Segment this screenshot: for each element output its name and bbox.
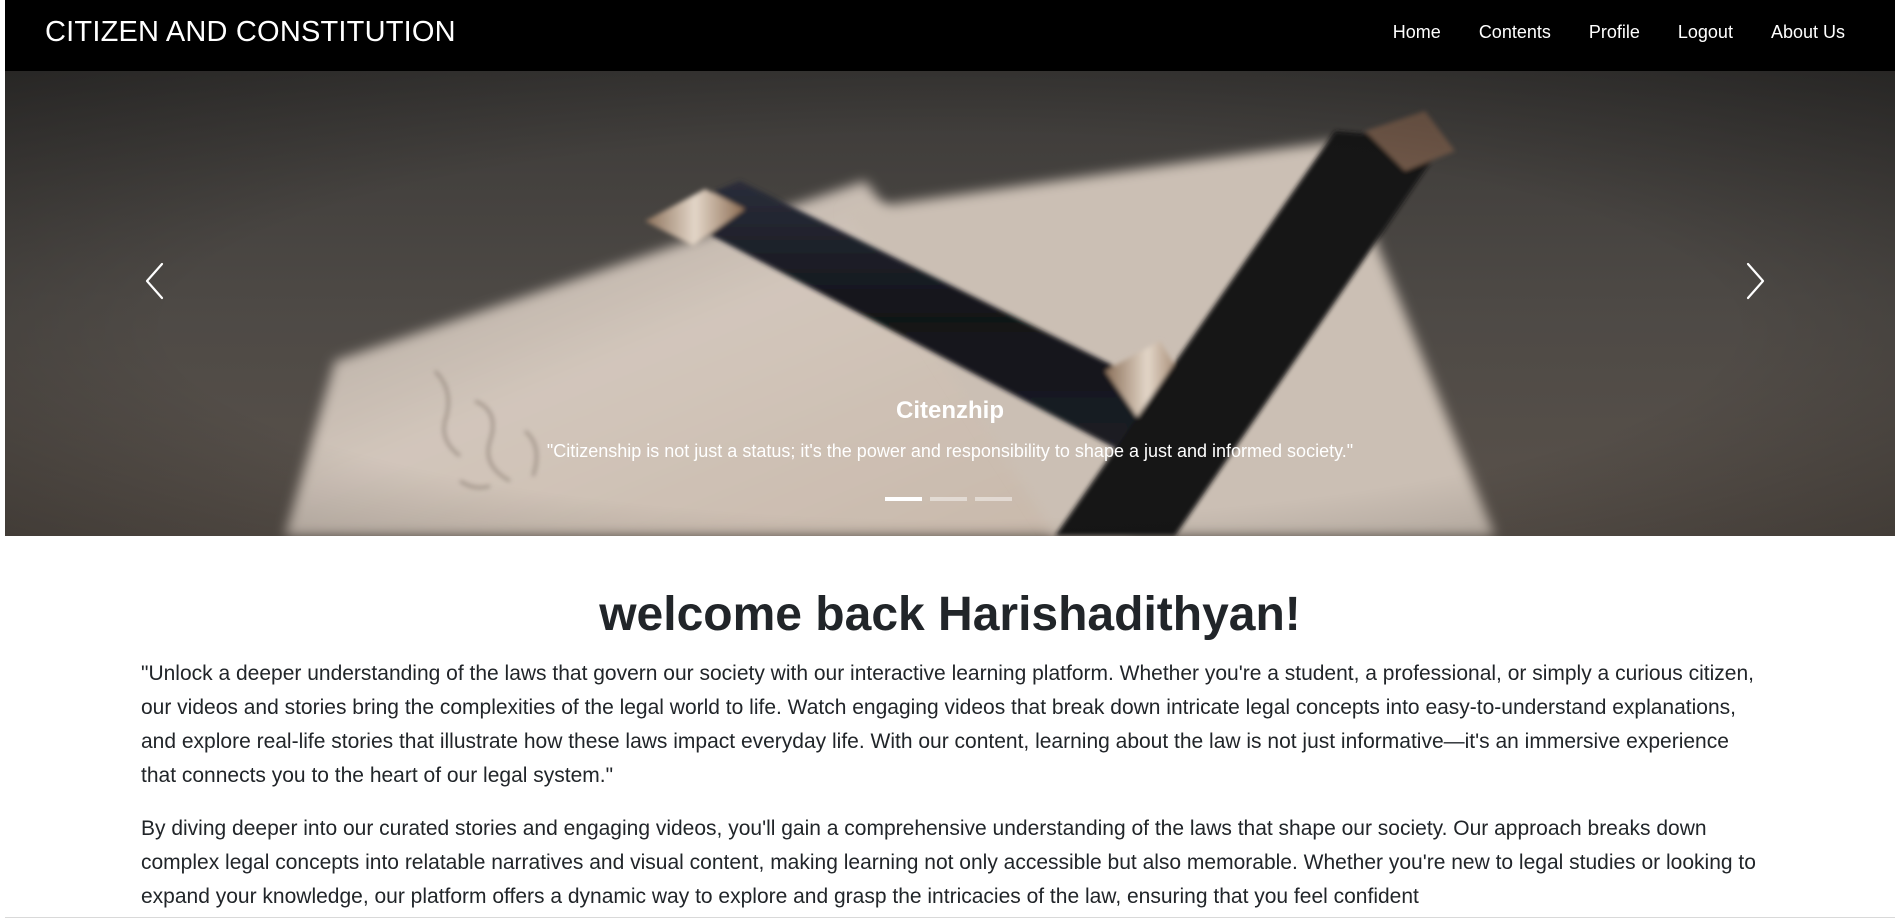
navbar: CITIZEN AND CONSTITUTION Home Contents P… — [5, 0, 1895, 71]
nav-logout-link[interactable]: Logout — [1678, 22, 1733, 43]
carousel-indicator-1[interactable] — [885, 497, 922, 501]
nav-about-us-link[interactable]: About Us — [1771, 22, 1845, 43]
brand-title[interactable]: CITIZEN AND CONSTITUTION — [45, 16, 456, 49]
nav-profile-link[interactable]: Profile — [1589, 22, 1640, 43]
chevron-right-icon — [1746, 262, 1765, 300]
intro-paragraph: "Unlock a deeper understanding of the la… — [141, 662, 1754, 787]
carousel-prev-button[interactable] — [115, 226, 195, 336]
carousel-next-button[interactable] — [1715, 226, 1795, 336]
nav-contents-link[interactable]: Contents — [1479, 22, 1551, 43]
carousel-caption-text: "Citizenship is not just a status; it's … — [546, 441, 1354, 461]
page-frame: CITIZEN AND CONSTITUTION Home Contents P… — [5, 0, 1895, 918]
carousel-indicator-3[interactable] — [975, 497, 1012, 501]
carousel-slide-image — [5, 71, 1895, 536]
approach-paragraph: By diving deeper into our curated storie… — [141, 817, 1756, 908]
carousel-indicator-2[interactable] — [930, 497, 967, 501]
carousel-caption-title: Citenzhip — [896, 397, 1004, 424]
welcome-heading: welcome back Harishadithyan! — [599, 588, 1301, 641]
carousel-indicators — [885, 497, 1012, 501]
chevron-left-icon — [145, 262, 164, 300]
nav-home-link[interactable]: Home — [1393, 22, 1441, 43]
hero-carousel: Citenzhip "Citizenship is not just a sta… — [5, 71, 1895, 536]
nav-links: Home Contents Profile Logout About Us — [1393, 22, 1845, 43]
